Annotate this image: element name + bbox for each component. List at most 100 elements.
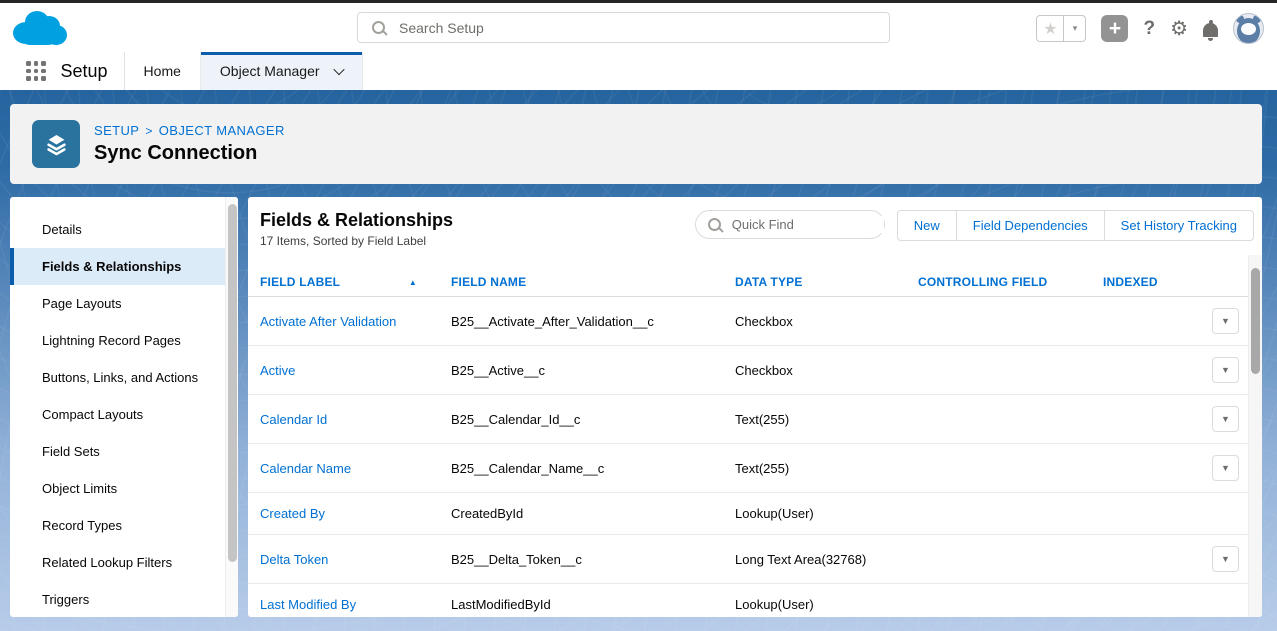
sidebar-item-details[interactable]: Details: [10, 211, 238, 248]
notifications-bell-icon[interactable]: [1203, 23, 1218, 37]
sidebar-item-related-lookup-filters[interactable]: Related Lookup Filters: [10, 544, 238, 581]
avatar-ear-left: [1236, 15, 1244, 23]
sidebar-item-record-types[interactable]: Record Types: [10, 507, 238, 544]
table-row: Activate After ValidationB25__Activate_A…: [248, 297, 1262, 346]
tab-object-manager[interactable]: Object Manager: [201, 52, 363, 90]
list-title: Fields & Relationships: [260, 210, 453, 231]
chevron-down-icon: [333, 64, 344, 75]
column-header-label: Field Label: [260, 275, 340, 289]
sidebar-item-lightning-record-pages[interactable]: Lightning Record Pages: [10, 322, 238, 359]
search-icon: [372, 21, 385, 34]
help-icon[interactable]: ?: [1143, 18, 1155, 40]
list-subtitle: 17 Items, Sorted by Field Label: [260, 234, 453, 248]
header-utility-icons: ★ ▾ + ? ⚙: [1036, 13, 1264, 44]
field-name-cell: B25__Delta_Token__c: [451, 552, 735, 567]
app-launcher-icon[interactable]: [26, 61, 46, 81]
list-title-block: Fields & Relationships 17 Items, Sorted …: [260, 210, 453, 248]
table-row: Last Modified ByLastModifiedByIdLookup(U…: [248, 584, 1262, 617]
sidebar-list: DetailsFields & RelationshipsPage Layout…: [10, 197, 238, 617]
quick-find-search-icon: [708, 218, 721, 231]
row-menu-button[interactable]: ▼: [1212, 546, 1239, 572]
row-menu-button[interactable]: ▼: [1212, 455, 1239, 481]
new-button[interactable]: New: [897, 210, 957, 241]
field-label-link[interactable]: Calendar Id: [260, 412, 451, 427]
column-header-field-label[interactable]: Field Label▲: [260, 275, 451, 289]
app-name: Setup: [61, 61, 108, 82]
page-header-card: SETUP > OBJECT MANAGER Sync Connection: [10, 104, 1262, 184]
sidebar-item-page-layouts[interactable]: Page Layouts: [10, 285, 238, 322]
field-label-link[interactable]: Delta Token: [260, 552, 451, 567]
tab-home[interactable]: Home: [125, 52, 201, 90]
salesforce-logo[interactable]: [13, 9, 67, 52]
field-table-body: Activate After ValidationB25__Activate_A…: [248, 297, 1262, 617]
salesforce-setup-window: ★ ▾ + ? ⚙ Setup Home Object Manager: [0, 0, 1277, 631]
data-type-cell: Long Text Area(32768): [735, 552, 918, 567]
avatar-ear-right: [1253, 15, 1261, 23]
setup-gear-icon[interactable]: ⚙: [1170, 16, 1188, 41]
breadcrumb-link-setup[interactable]: SETUP: [94, 123, 139, 138]
tab-label: Object Manager: [220, 63, 320, 79]
table-scrollbar-thumb[interactable]: [1251, 268, 1260, 374]
field-label-link[interactable]: Active: [260, 363, 451, 378]
setup-navbar: Setup Home Object Manager: [0, 52, 1277, 90]
sidebar-item-buttons-links-and-actions[interactable]: Buttons, Links, and Actions: [10, 359, 238, 396]
row-menu-button[interactable]: ▼: [1212, 406, 1239, 432]
global-header: ★ ▾ + ? ⚙: [0, 3, 1277, 53]
column-header-indexed[interactable]: Indexed: [1103, 275, 1212, 289]
sidebar-item-fields-relationships[interactable]: Fields & Relationships: [10, 248, 238, 285]
salesforce-cloud-icon: [13, 9, 67, 47]
sidebar-item-compact-layouts[interactable]: Compact Layouts: [10, 396, 238, 433]
user-avatar[interactable]: [1233, 13, 1264, 44]
data-type-cell: Lookup(User): [735, 597, 918, 612]
table-row: Calendar IdB25__Calendar_Id__cText(255) ▼: [248, 395, 1262, 444]
favorites-star-icon[interactable]: ★: [1036, 15, 1064, 42]
sidebar-item-field-sets[interactable]: Field Sets: [10, 433, 238, 470]
data-type-cell: Checkbox: [735, 363, 918, 378]
field-name-cell: CreatedById: [451, 506, 735, 521]
column-header-data-type[interactable]: Data Type: [735, 275, 918, 289]
column-header-label: Data Type: [735, 275, 803, 289]
column-header-label: Indexed: [1103, 275, 1158, 289]
breadcrumb-link-object-manager[interactable]: OBJECT MANAGER: [159, 123, 285, 138]
row-menu-button[interactable]: ▼: [1212, 357, 1239, 383]
global-search: [357, 12, 890, 43]
favorites-split-button: ★ ▾: [1036, 15, 1086, 42]
tab-label: Home: [144, 63, 181, 79]
sidebar-scrollbar-thumb[interactable]: [228, 204, 237, 562]
sidebar-item-object-limits[interactable]: Object Limits: [10, 470, 238, 507]
table-column-header: Field Label▲Field Name Data Type Controlli…: [248, 268, 1262, 297]
quick-find-box: [695, 210, 885, 239]
field-name-cell: B25__Active__c: [451, 363, 735, 378]
field-name-cell: B25__Calendar_Id__c: [451, 412, 735, 427]
field-label-link[interactable]: Calendar Name: [260, 461, 451, 476]
data-type-cell: Lookup(User): [735, 506, 918, 521]
quick-create-icon[interactable]: +: [1101, 15, 1128, 42]
field-dependencies-button[interactable]: Field Dependencies: [957, 210, 1105, 241]
row-menu-button[interactable]: ▼: [1212, 308, 1239, 334]
field-name-cell: LastModifiedById: [451, 597, 735, 612]
breadcrumb-separator: >: [145, 124, 152, 138]
column-header-field-name[interactable]: Field Name: [451, 275, 735, 289]
page-title: Sync Connection: [94, 142, 285, 165]
column-header-controlling-field[interactable]: Controlling Field: [918, 275, 1103, 289]
field-label-link[interactable]: Last Modified By: [260, 597, 451, 612]
sidebar-item-triggers[interactable]: Triggers: [10, 581, 238, 617]
field-label-link[interactable]: Created By: [260, 506, 451, 521]
favorites-dropdown-icon[interactable]: ▾: [1064, 15, 1086, 42]
page-header-text: SETUP > OBJECT MANAGER Sync Connection: [94, 123, 285, 165]
table-row: Delta TokenB25__Delta_Token__cLong Text …: [248, 535, 1262, 584]
column-header-label: Field Name: [451, 275, 526, 289]
avatar-face: [1241, 23, 1256, 35]
global-search-input[interactable]: [397, 19, 889, 37]
breadcrumb: SETUP > OBJECT MANAGER: [94, 123, 285, 138]
data-type-cell: Checkbox: [735, 314, 918, 329]
list-header: Fields & Relationships 17 Items, Sorted …: [248, 197, 1262, 248]
field-label-link[interactable]: Activate After Validation: [260, 314, 451, 329]
page-background: SETUP > OBJECT MANAGER Sync Connection Det…: [0, 90, 1277, 631]
fields-relationships-panel: Fields & Relationships 17 Items, Sorted …: [248, 197, 1262, 617]
data-type-cell: Text(255): [735, 412, 918, 427]
set-history-tracking-button[interactable]: Set History Tracking: [1105, 210, 1254, 241]
quick-find-input[interactable]: [730, 216, 884, 233]
field-name-cell: B25__Calendar_Name__c: [451, 461, 735, 476]
list-action-buttons: NewField DependenciesSet History Trackin…: [897, 210, 1254, 241]
